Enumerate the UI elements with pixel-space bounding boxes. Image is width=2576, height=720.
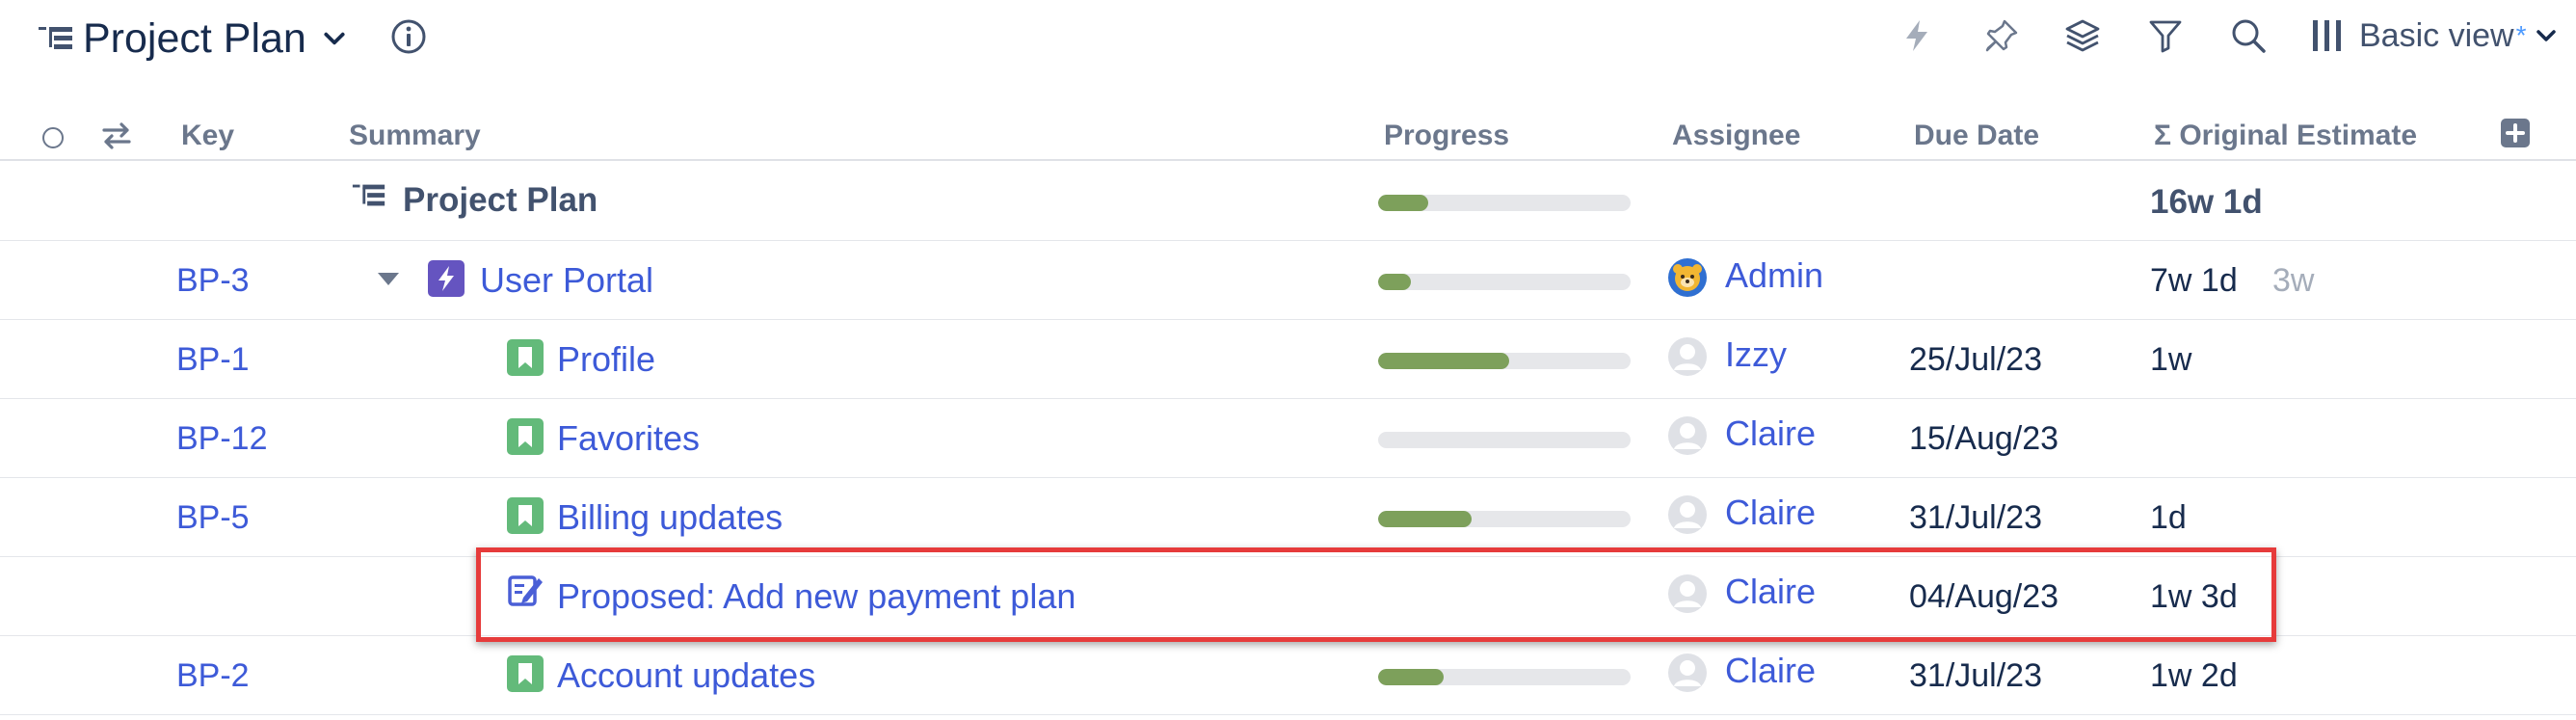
- collapse-triangle-icon[interactable]: [376, 269, 401, 288]
- column-header-key[interactable]: Key: [181, 120, 234, 152]
- story-icon: [507, 418, 544, 455]
- row-due-date: 31/Jul/23: [1909, 499, 2042, 536]
- user-avatar: [1668, 653, 1707, 692]
- table-row-proposed[interactable]: Proposed: Add new payment plan Claire 04…: [0, 557, 2576, 636]
- proposed-edit-icon: [508, 575, 543, 606]
- column-header-original-estimate[interactable]: Σ Original Estimate: [2154, 120, 2417, 152]
- layers-icon: [2065, 19, 2100, 52]
- pin-button[interactable]: [1981, 15, 2022, 56]
- swap-arrows-icon[interactable]: [100, 121, 133, 150]
- row-summary-link[interactable]: Favorites: [557, 418, 700, 459]
- search-icon: [2232, 19, 2266, 53]
- user-avatar: [1668, 416, 1707, 455]
- row-summary-link[interactable]: Account updates: [557, 655, 815, 696]
- progress-fill: [1378, 353, 1510, 369]
- assignee-link[interactable]: Claire: [1725, 651, 1816, 691]
- table-row[interactable]: BP-3 User Portal Admin 7w 1d 3w: [0, 241, 2576, 320]
- layers-button[interactable]: [2062, 15, 2103, 56]
- column-header-due-date[interactable]: Due Date: [1914, 120, 2039, 152]
- structure-selector[interactable]: Project Plan: [37, 10, 347, 67]
- row-estimate: 1w 2d: [2150, 657, 2238, 694]
- table-row[interactable]: BP-12 Favorites Claire 15/Aug/23: [0, 399, 2576, 478]
- progress-bar: [1378, 274, 1631, 290]
- issue-key-link[interactable]: BP-1: [176, 341, 250, 379]
- table-row[interactable]: BP-5 Billing updates Claire 31/Jul/23 1d: [0, 478, 2576, 557]
- progress-bar: [1378, 669, 1631, 685]
- lightning-icon: [1906, 20, 1927, 51]
- structure-icon: [352, 184, 385, 206]
- assignee-link[interactable]: Claire: [1725, 493, 1816, 533]
- row-estimate: 16w 1d: [2150, 183, 2263, 221]
- issue-key-link[interactable]: BP-5: [176, 499, 250, 537]
- filter-icon: [2149, 20, 2182, 53]
- issue-key-link[interactable]: BP-2: [176, 657, 250, 695]
- issue-key-link[interactable]: BP-12: [176, 420, 268, 458]
- progress-bar: [1378, 432, 1631, 448]
- progress-bar: [1378, 195, 1631, 211]
- assignee-link[interactable]: Claire: [1725, 413, 1816, 454]
- row-due-date: 04/Aug/23: [1909, 578, 2059, 615]
- issue-key-link[interactable]: BP-3: [176, 262, 250, 300]
- progress-fill: [1378, 274, 1412, 290]
- chevron-down-icon: [2536, 30, 2556, 41]
- row-estimate: 1d: [2150, 499, 2187, 536]
- column-header-assignee[interactable]: Assignee: [1672, 120, 1800, 152]
- progress-fill: [1378, 669, 1445, 685]
- pin-icon: [1985, 19, 2018, 52]
- row-due-date: 25/Jul/23: [1909, 341, 2042, 378]
- row-summary-link[interactable]: Profile: [557, 339, 655, 380]
- story-icon: [507, 339, 544, 376]
- automation-button[interactable]: [1897, 15, 1937, 56]
- add-column-icon[interactable]: [2500, 118, 2531, 148]
- row-summary-link[interactable]: Billing updates: [557, 497, 783, 538]
- column-header-summary[interactable]: Summary: [349, 120, 481, 152]
- row-due-date: 15/Aug/23: [1909, 420, 2059, 457]
- story-icon: [507, 655, 544, 692]
- admin-avatar: [1668, 258, 1707, 297]
- chevron-down-icon: [324, 32, 345, 45]
- epic-icon: [428, 260, 465, 297]
- progress-bar: [1378, 511, 1631, 527]
- view-modified-mark: *: [2515, 20, 2527, 50]
- user-avatar: [1668, 495, 1707, 534]
- info-icon[interactable]: [389, 17, 428, 56]
- user-avatar: [1668, 337, 1707, 376]
- filter-button[interactable]: [2145, 15, 2186, 56]
- story-icon: [507, 497, 544, 534]
- assignee-link[interactable]: Claire: [1725, 572, 1816, 612]
- user-avatar: [1668, 574, 1707, 613]
- grid-header: Key Summary Progress Assignee Due Date Σ…: [0, 106, 2576, 161]
- row-summary: Project Plan: [403, 181, 598, 219]
- view-label: Basic view: [2359, 16, 2514, 54]
- structure-icon: [39, 27, 72, 49]
- progress-fill: [1378, 511, 1472, 527]
- table-row[interactable]: BP-2 Account updates Claire 31/Jul/23 1w…: [0, 636, 2576, 715]
- row-summary-link[interactable]: User Portal: [480, 260, 653, 301]
- row-estimate: 1w: [2150, 341, 2192, 378]
- table-row[interactable]: Project Plan 16w 1d: [0, 162, 2576, 241]
- row-summary-link[interactable]: Proposed: Add new payment plan: [557, 576, 1076, 617]
- progress-bar: [1378, 353, 1631, 369]
- search-button[interactable]: [2228, 15, 2269, 56]
- toolbar: Project Plan Basic view *: [0, 0, 2576, 77]
- row-estimate: 1w 3d: [2150, 578, 2238, 615]
- row-estimate-extra: 3w: [2272, 262, 2315, 299]
- assignee-link[interactable]: Izzy: [1725, 334, 1787, 375]
- table-row[interactable]: BP-1 Profile Izzy 25/Jul/23 1w: [0, 320, 2576, 399]
- columns-icon: [2313, 20, 2341, 51]
- select-all-circle-icon[interactable]: [42, 127, 64, 148]
- page-title: Project Plan: [83, 14, 306, 62]
- assignee-link[interactable]: Admin: [1725, 255, 1823, 296]
- row-due-date: 31/Jul/23: [1909, 657, 2042, 694]
- view-selector[interactable]: Basic view *: [2311, 13, 2558, 58]
- row-estimate: 7w 1d: [2150, 262, 2238, 299]
- column-header-progress[interactable]: Progress: [1384, 120, 1509, 152]
- progress-fill: [1378, 195, 1429, 211]
